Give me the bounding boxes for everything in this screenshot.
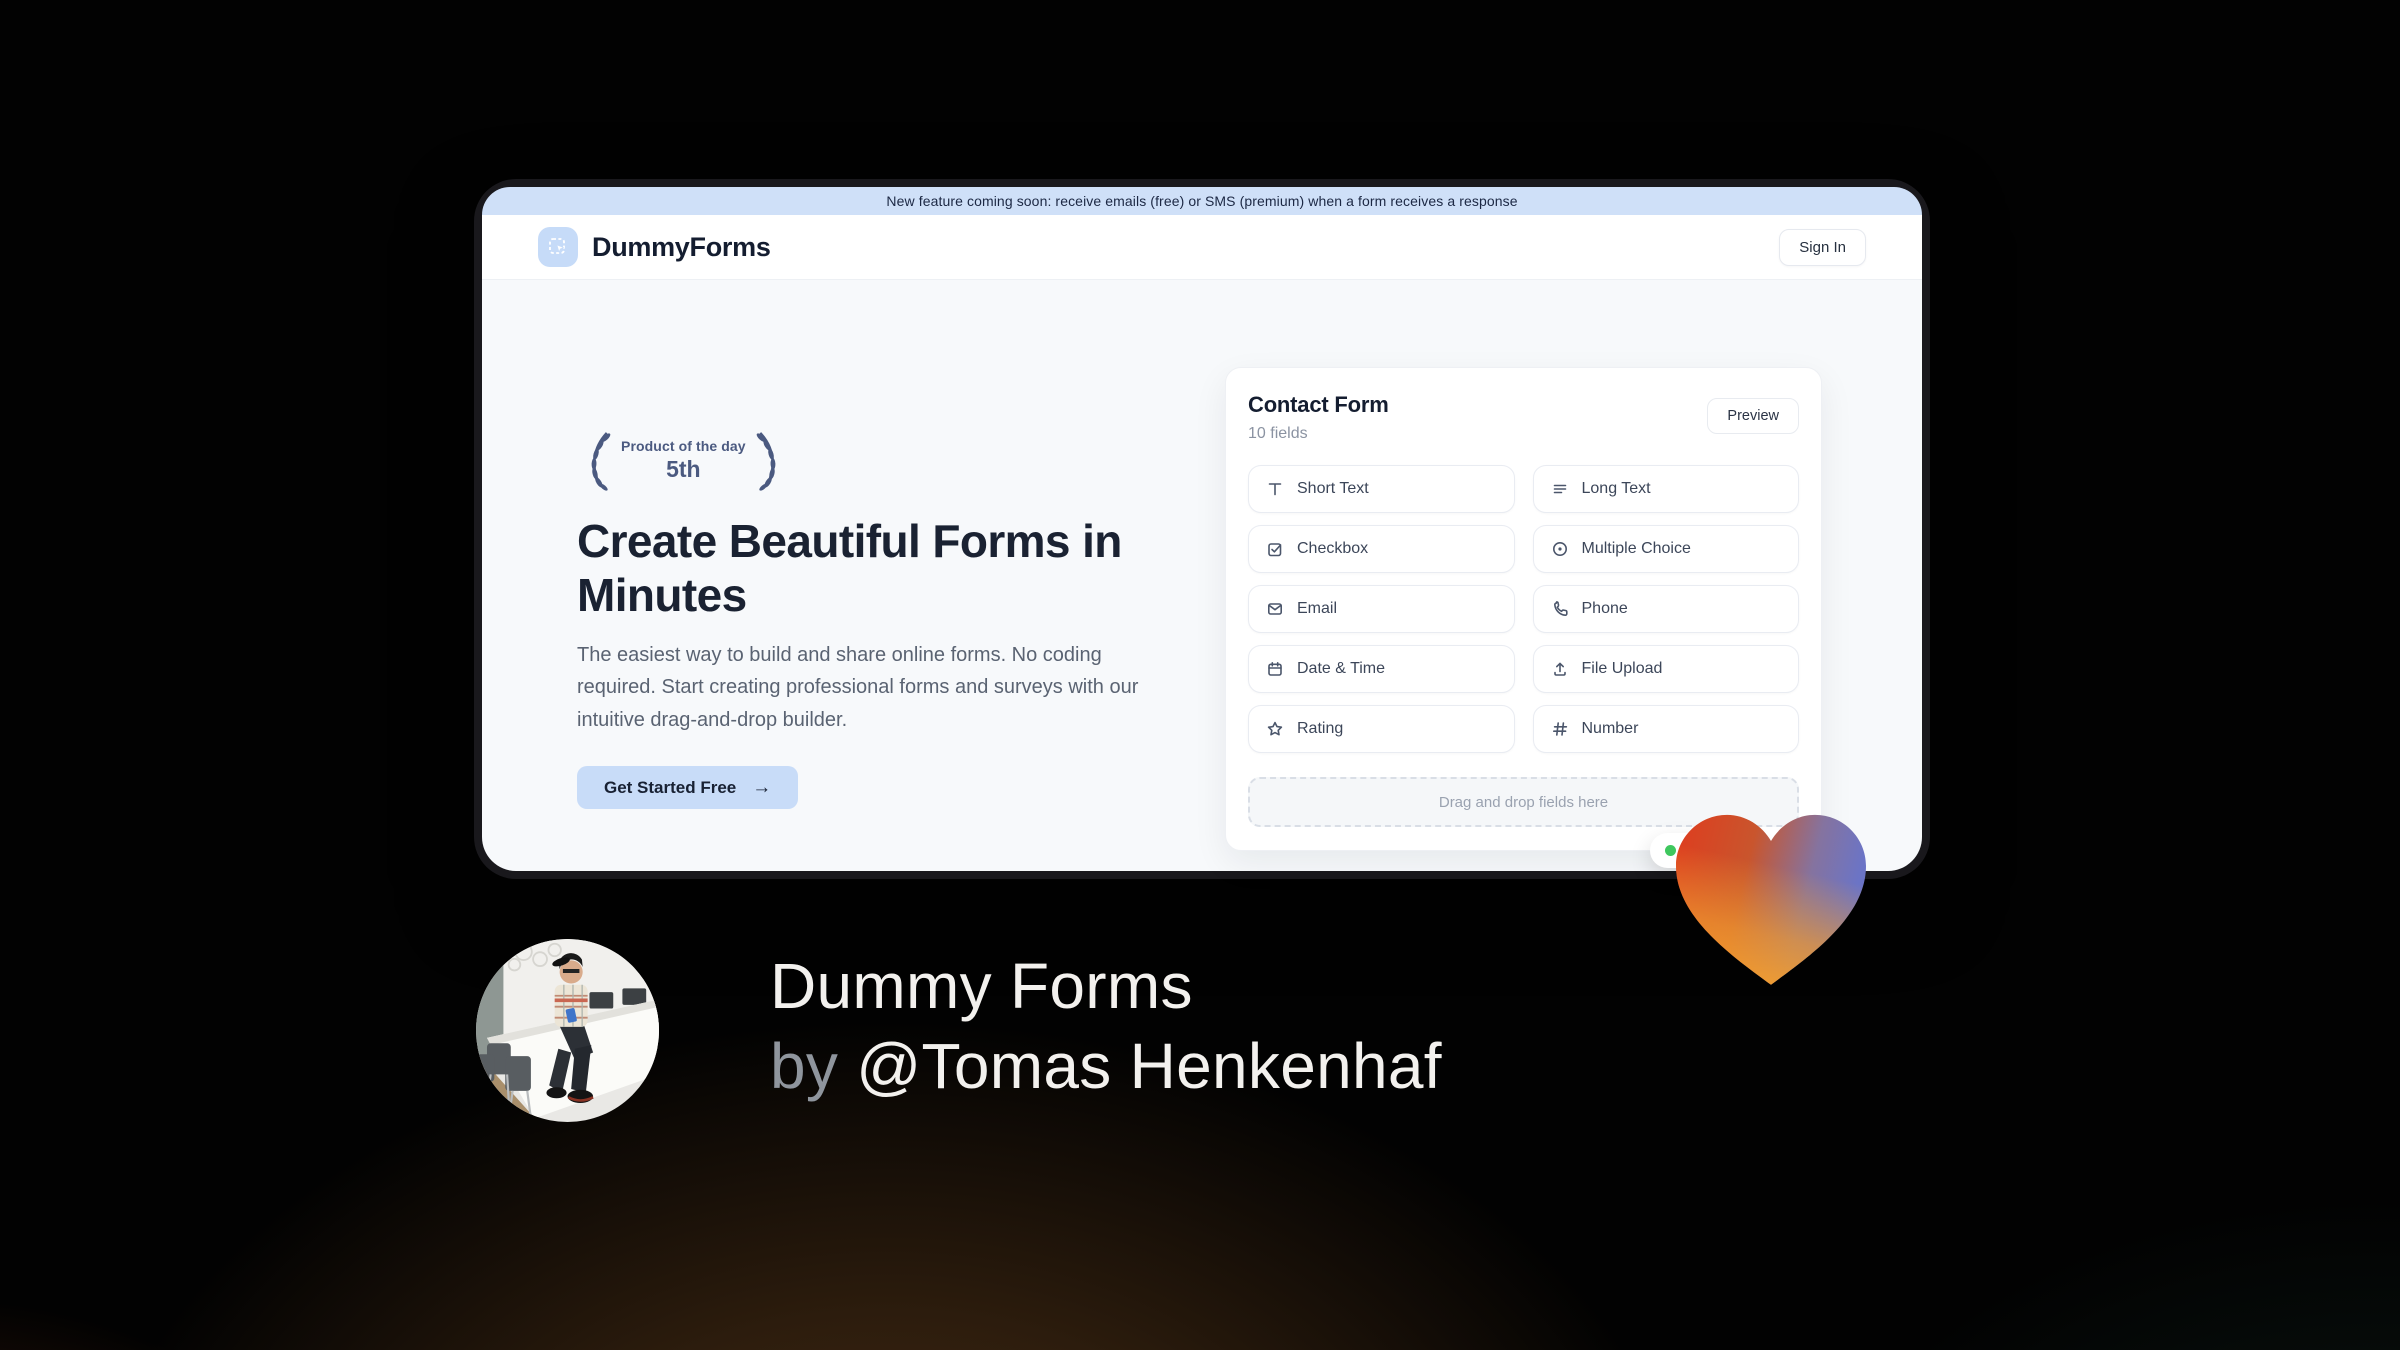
badge-line1: Product of the day: [621, 437, 746, 454]
field-type-multiple-choice[interactable]: Multiple Choice: [1532, 525, 1799, 573]
preview-button[interactable]: Preview: [1707, 398, 1799, 434]
long-text-icon: [1551, 480, 1569, 498]
hash-icon: [1551, 720, 1569, 738]
field-type-date-time[interactable]: Date & Time: [1248, 645, 1515, 693]
announcement-banner: New feature coming soon: receive emails …: [482, 187, 1922, 215]
browser-window: New feature coming soon: receive emails …: [482, 187, 1922, 871]
checkbox-icon: [1266, 540, 1284, 558]
form-builder-card: Contact Form 10 fields Preview Short Tex…: [1225, 367, 1822, 851]
brand[interactable]: DummyForms: [538, 227, 771, 267]
field-type-phone[interactable]: Phone: [1532, 585, 1799, 633]
short-text-icon: [1266, 480, 1284, 498]
avatar: [476, 939, 659, 1122]
field-type-label: File Upload: [1581, 660, 1663, 677]
announcement-text: New feature coming soon: receive emails …: [886, 193, 1518, 209]
calendar-icon: [1266, 660, 1284, 678]
field-type-label: Multiple Choice: [1581, 540, 1691, 557]
brand-name: DummyForms: [592, 231, 771, 262]
field-type-label: Rating: [1297, 720, 1344, 737]
star-icon: [1266, 720, 1284, 738]
caption-author: @Tomas Henkenhaf: [856, 1030, 1442, 1102]
multiple-choice-icon: [1551, 540, 1569, 558]
field-type-rating[interactable]: Rating: [1248, 705, 1515, 753]
hero-subheading: The easiest way to build and share onlin…: [577, 643, 1139, 731]
dummyforms-logo-icon: [538, 227, 578, 267]
dropzone-text: Drag and drop fields here: [1438, 793, 1609, 811]
upload-icon: [1551, 660, 1569, 678]
badge-line2: 5th: [666, 455, 701, 482]
email-icon: [1266, 600, 1284, 618]
status-dot-icon: [1665, 845, 1676, 856]
caption: Dummy Forms by @Tomas Henkenhaf: [770, 946, 1442, 1106]
promo-canvas: New feature coming soon: receive emails …: [0, 0, 2400, 1350]
field-type-number[interactable]: Number: [1532, 705, 1799, 753]
badge-text: Product of the day 5th: [621, 438, 746, 483]
heart-icon: [1676, 812, 1866, 990]
field-type-label: Phone: [1581, 600, 1628, 617]
field-type-long-text[interactable]: Long Text: [1532, 465, 1799, 513]
field-type-label: Date & Time: [1297, 660, 1386, 677]
field-type-short-text[interactable]: Short Text: [1248, 465, 1515, 513]
field-type-label: Short Text: [1297, 480, 1369, 497]
get-started-button[interactable]: Get Started Free →: [577, 766, 799, 810]
field-type-grid: Short Text Long Text Checkbox Multiple C…: [1248, 465, 1799, 753]
top-navbar: DummyForms Sign In: [482, 215, 1922, 280]
sign-in-button[interactable]: Sign In: [1779, 228, 1866, 266]
caption-by: by: [770, 1030, 857, 1102]
get-started-label: Get Started Free: [604, 777, 737, 797]
field-type-label: Long Text: [1581, 480, 1651, 497]
caption-byline: by @Tomas Henkenhaf: [770, 1026, 1442, 1106]
field-type-email[interactable]: Email: [1248, 585, 1515, 633]
field-type-checkbox[interactable]: Checkbox: [1248, 525, 1515, 573]
hero-section: Product of the day 5th Create Beautiful …: [577, 427, 1162, 810]
laurel-right-icon: [756, 432, 776, 491]
field-type-label: Number: [1581, 720, 1639, 737]
field-type-label: Email: [1297, 600, 1338, 617]
laurel-left-icon: [591, 432, 611, 491]
field-type-label: Checkbox: [1297, 540, 1369, 557]
product-of-the-day-badge: Product of the day 5th: [577, 427, 1162, 493]
caption-title: Dummy Forms: [770, 950, 1193, 1022]
field-type-file-upload[interactable]: File Upload: [1532, 645, 1799, 693]
phone-icon: [1551, 600, 1569, 618]
hero-heading: Create Beautiful Forms in Minutes: [577, 515, 1122, 621]
arrow-right-icon: →: [752, 776, 772, 798]
